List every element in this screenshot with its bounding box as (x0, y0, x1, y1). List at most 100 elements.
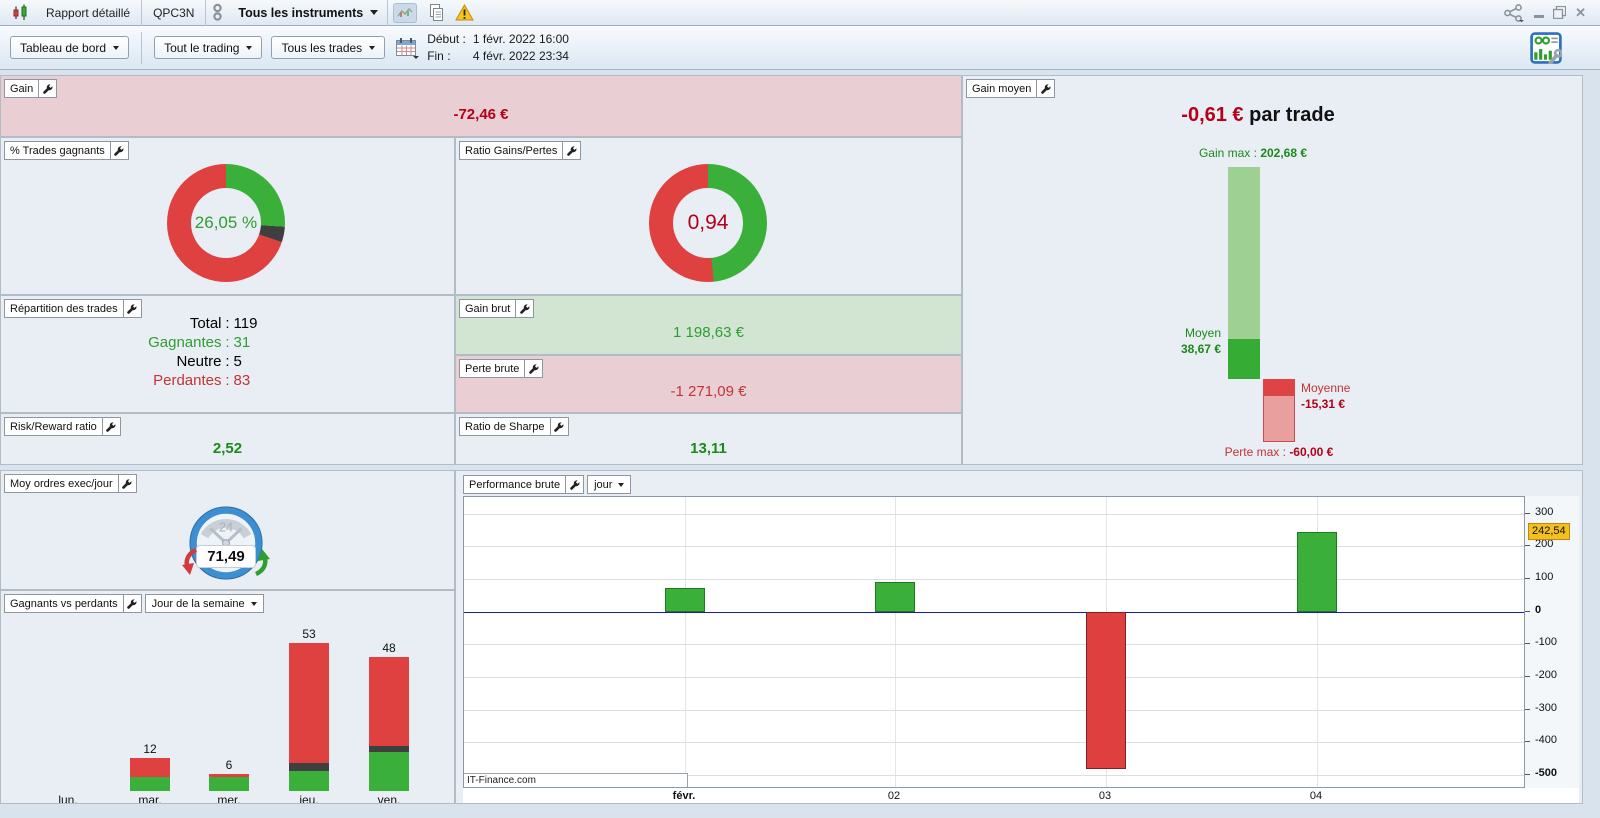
gridline-horizontal (464, 709, 1524, 711)
tab-rapport-detaille[interactable]: Rapport détaillé (35, 0, 141, 26)
title-bar: Rapport détaillé QPC3N Tous les instrume… (0, 0, 1600, 26)
panel-risk-reward: Risk/Reward ratio 2,52 (0, 413, 455, 465)
gain-max-label: Gain max : 202,68 € (1198, 146, 1308, 160)
minimize-button[interactable] (1534, 8, 1545, 18)
link-instrument-icon[interactable] (206, 3, 229, 22)
last-value-badge: 242,54 (1528, 523, 1570, 541)
perte-max-label: Perte max : -60,00 € (1224, 445, 1334, 459)
configure-sharpe-button[interactable] (550, 417, 569, 436)
report-settings-button[interactable] (1530, 31, 1562, 64)
moyenne-label: Moyenne -15,31 € (1301, 381, 1351, 411)
bar-total-label: 48 (382, 641, 396, 656)
stacked-bar-segment-gagnants (289, 771, 329, 791)
y-axis-tick (1525, 774, 1530, 776)
panel-moy-ordres-label: Moy ordres exec/jour (4, 474, 119, 493)
perte-brute-value: -1 271,09 € (670, 383, 747, 400)
repartition-row-label: Perdantes (153, 372, 222, 389)
performance-period-selector[interactable]: jour (587, 475, 632, 494)
gridline-horizontal (464, 578, 1524, 580)
chevron-down-icon (250, 601, 257, 606)
report-toolbar: Tableau de bord Tout le trading Tous les… (0, 26, 1600, 70)
stacked-bar-segment-neutres (369, 746, 409, 752)
panel-gv-label: Gagnants vs perdants (4, 594, 124, 613)
repartition-row-label: Gagnantes (148, 334, 222, 351)
panel-perte-brute-label: Perte brute (459, 359, 526, 378)
trading-scope-selector[interactable]: Tout le trading (154, 36, 263, 59)
stacked-bar-segment-gagnants (130, 777, 170, 791)
performance-period-label: jour (594, 478, 613, 491)
dashboard-area: Gain -72,46 € % Trades gagnants 26,05 % (0, 70, 1600, 818)
orders-per-day-gauge: 24 71,49 (182, 505, 270, 581)
configure-repartition-button[interactable] (123, 299, 142, 318)
panel-risk-reward-label: Risk/Reward ratio (4, 417, 103, 436)
trades-filter-selector[interactable]: Tous les trades (271, 36, 386, 59)
bar-total-label: 12 (143, 741, 157, 756)
period-calendar-button[interactable] (395, 37, 420, 59)
panel-pct-trades-label: % Trades gagnants (4, 141, 111, 160)
dashboard-selector[interactable]: Tableau de bord (10, 36, 130, 59)
y-axis-tick (1525, 741, 1530, 743)
repartition-row-value: 83 (233, 372, 251, 389)
bar-total-label: 53 (302, 627, 316, 642)
share-button[interactable] (1503, 3, 1525, 22)
chart-view-button[interactable] (393, 2, 418, 23)
y-axis-tick-label: 300 (1535, 505, 1554, 518)
gain-value: -72,46 € (453, 106, 509, 123)
configure-gain-button[interactable] (39, 79, 58, 98)
panel-performance-label: Performance brute (463, 475, 567, 494)
gv-groupby-selector[interactable]: Jour de la semaine (144, 594, 264, 613)
watermark: IT-Finance.com (464, 773, 688, 787)
report-window: Rapport détaillé QPC3N Tous les instrume… (0, 0, 1600, 818)
tab-instrument-qpc3n[interactable]: QPC3N (142, 0, 205, 26)
chevron-down-icon (370, 10, 379, 15)
panel-sharpe-label: Ratio de Sharpe (459, 417, 551, 436)
y-axis-tick (1525, 708, 1530, 710)
copy-report-button[interactable] (427, 3, 445, 22)
configure-gv-button[interactable] (123, 594, 142, 613)
panel-ratio-gp-label: Ratio Gains/Pertes (459, 141, 564, 160)
x-axis-label: 02 (887, 790, 901, 802)
performance-bar (875, 581, 915, 612)
configure-performance-button[interactable] (566, 475, 585, 494)
panel-moy-ordres: Moy ordres exec/jour 24 71,49 (0, 470, 455, 590)
configure-perte-brute-button[interactable] (525, 359, 544, 378)
stacked-bar-segment-perdants (369, 657, 409, 747)
panel-gain: Gain -72,46 € (0, 75, 962, 137)
gain-moyen-headline: -0,61 € par trade (1058, 104, 1458, 127)
gridline-horizontal (464, 742, 1524, 744)
configure-moy-ordres-button[interactable] (118, 474, 137, 493)
x-axis-label: jeu. (299, 793, 319, 804)
gv-stacked-bar-chart: lun. 12 mar. 6 mer. 53 jeu. 48 ven. (1, 591, 454, 803)
chevron-down-icon (246, 45, 253, 50)
gain-brut-value: 1 198,63 € (673, 324, 744, 341)
y-axis-tick-label: -200 (1535, 669, 1558, 681)
configure-gain-moyen-button[interactable] (1037, 79, 1056, 98)
wrench-icon (567, 145, 577, 156)
instrument-selector[interactable]: Tous les instruments (229, 0, 387, 26)
performance-bar-chart: IT-Finance.com (463, 496, 1525, 788)
zero-line (464, 611, 1524, 613)
configure-gain-brut-button[interactable] (516, 299, 535, 318)
trading-scope-label: Tout le trading (164, 40, 240, 55)
configure-risk-reward-button[interactable] (102, 417, 121, 436)
gain-moyen-value: -0,61 € (1181, 104, 1244, 126)
performance-bar (1297, 532, 1337, 612)
x-axis-label: mar. (138, 793, 162, 804)
panel-gain-label: Gain (4, 79, 40, 98)
wrench-icon (42, 83, 53, 94)
stacked-bar-segment-gagnants (209, 777, 249, 791)
ratio-gp-center-value: 0,94 (687, 211, 729, 234)
performance-x-axis: févr. 02 03 04 (463, 788, 1579, 803)
close-button[interactable]: ✕ (1575, 5, 1586, 21)
gridline-horizontal (464, 677, 1524, 678)
configure-ratio-gp-button[interactable] (563, 141, 582, 160)
warning-icon[interactable] (455, 4, 475, 21)
y-axis-tick-label: -300 (1535, 701, 1558, 714)
configure-pct-trades-button[interactable] (110, 141, 129, 160)
pct-trades-center-value: 26,05 % (194, 213, 258, 232)
y-axis-tick (1525, 545, 1530, 547)
chevron-down-icon (369, 45, 376, 50)
restore-button[interactable] (1553, 6, 1567, 19)
y-axis-tick (1525, 676, 1530, 677)
performance-bar (1086, 611, 1126, 769)
